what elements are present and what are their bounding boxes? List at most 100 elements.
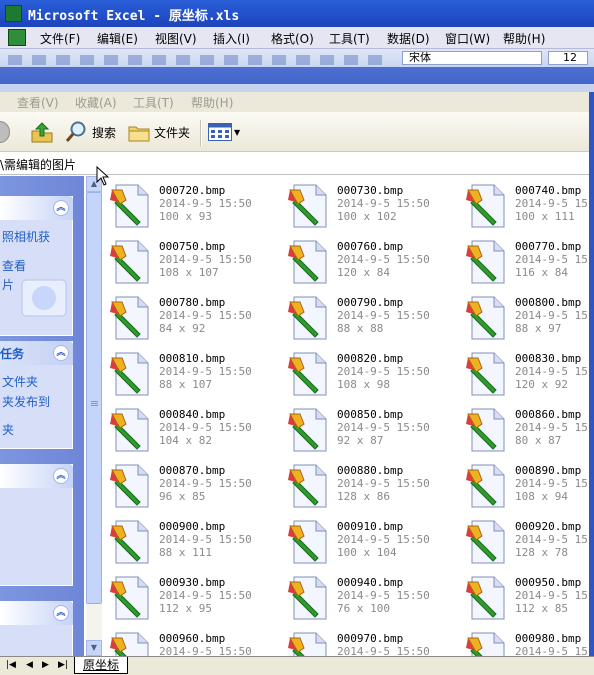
explorer-title-divider (0, 84, 594, 92)
file-item[interactable]: 000820.bmp 2014-9-5 15:50 108 x 98 (282, 344, 460, 400)
search-button[interactable]: 搜索 (64, 120, 116, 144)
explorer-menu-tools[interactable]: 工具(T) (133, 94, 174, 111)
task-link-publish[interactable]: 夹发布到 (2, 393, 50, 410)
excel-menu-help[interactable]: 帮助(H) (503, 30, 545, 47)
file-item[interactable]: 000740.bmp2014-9-5 15:50100 x 111 (460, 176, 594, 232)
file-dimensions: 128 x 78 (515, 546, 568, 559)
file-item[interactable]: 000810.bmp 2014-9-5 15:50 88 x 107 (104, 344, 282, 400)
collapse-chevron-icon[interactable]: ︽ (53, 468, 69, 484)
paint-bitmap-icon (106, 630, 154, 656)
excel-menu-window[interactable]: 窗口(W) (445, 30, 490, 47)
file-item[interactable]: 000980.bmp2014-9-5 15:50 (460, 624, 594, 656)
picture-tasks-header[interactable]: ︽ (0, 196, 73, 220)
collapse-chevron-icon[interactable]: ︽ (53, 605, 69, 621)
mouse-pointer-icon (96, 166, 110, 186)
file-item[interactable]: 000960.bmp 2014-9-5 15:50 (104, 624, 282, 656)
file-name: 000890.bmp (515, 464, 582, 477)
paint-bitmap-icon (106, 574, 154, 622)
file-name: 000870.bmp (159, 464, 226, 477)
file-item[interactable]: 000840.bmp 2014-9-5 15:50 104 x 82 (104, 400, 282, 456)
scroll-down-arrow[interactable]: ▼ (86, 640, 102, 656)
file-item[interactable]: 000870.bmp 2014-9-5 15:50 96 x 85 (104, 456, 282, 512)
file-item[interactable]: 000920.bmp2014-9-5 15:50128 x 78 (460, 512, 594, 568)
paint-bitmap-icon (106, 294, 154, 342)
font-size-box[interactable]: 12 (548, 51, 588, 65)
excel-document-icon[interactable] (8, 29, 26, 46)
task-link-share[interactable]: 夹 (2, 421, 14, 438)
task-link-view[interactable]: 查看 (2, 257, 26, 274)
last-sheet-button[interactable]: ▶| (58, 660, 68, 670)
folder-up-icon[interactable] (30, 121, 54, 143)
file-tasks-header[interactable]: 任务 ︽ (0, 341, 73, 365)
next-sheet-button[interactable]: ▶ (42, 660, 49, 670)
explorer-menu-help[interactable]: 帮助(H) (191, 94, 233, 111)
file-item[interactable]: 000970.bmp 2014-9-5 15:50 (282, 624, 460, 656)
explorer-toolbar: 搜索 文件夹 ▼ (0, 112, 594, 152)
file-name: 000960.bmp (159, 632, 226, 645)
excel-menu-format[interactable]: 格式(O) (271, 30, 314, 47)
collapse-chevron-icon[interactable]: ︽ (53, 345, 69, 361)
file-item[interactable]: 000720.bmp 2014-9-5 15:50 100 x 93 (104, 176, 282, 232)
file-item[interactable]: 000780.bmp 2014-9-5 15:50 84 x 92 (104, 288, 282, 344)
vertical-scrollbar[interactable]: ▲ ▼ (86, 176, 102, 656)
task-link-pictures[interactable]: 片 (2, 276, 14, 293)
file-item[interactable]: 000890.bmp2014-9-5 15:50108 x 94 (460, 456, 594, 512)
address-path: \需编辑的图片 (0, 158, 77, 172)
file-list: 000720.bmp 2014-9-5 15:50 100 x 93 000730.b… (104, 176, 594, 656)
first-sheet-button[interactable]: |◀ (6, 660, 16, 670)
file-item[interactable]: 000880.bmp 2014-9-5 15:50 128 x 86 (282, 456, 460, 512)
scroll-thumb[interactable] (86, 192, 102, 604)
forward-button[interactable] (0, 121, 10, 143)
excel-menu-tools[interactable]: 工具(T) (329, 30, 370, 47)
details-header[interactable]: ︽ (0, 601, 73, 625)
paint-bitmap-icon (284, 182, 332, 230)
chevron-down-icon[interactable]: ▼ (234, 128, 240, 137)
address-bar[interactable]: \需编辑的图片 (0, 153, 594, 175)
file-item[interactable]: 000790.bmp 2014-9-5 15:50 88 x 88 (282, 288, 460, 344)
file-item[interactable]: 000770.bmp2014-9-5 15:50116 x 84 (460, 232, 594, 288)
paint-bitmap-icon (106, 406, 154, 454)
file-name: 000930.bmp (159, 576, 226, 589)
excel-title-bar[interactable]: Microsoft Excel - 原坐标.xls (0, 0, 594, 27)
file-date: 2014-9-5 15:50 (159, 365, 252, 378)
file-item[interactable]: 000830.bmp2014-9-5 15:50120 x 92 (460, 344, 594, 400)
file-item[interactable]: 000730.bmp 2014-9-5 15:50 100 x 102 (282, 176, 460, 232)
file-item[interactable]: 000800.bmp2014-9-5 15:5088 x 97 (460, 288, 594, 344)
views-button[interactable]: ▼ (208, 120, 240, 144)
excel-menu-edit[interactable]: 编辑(E) (97, 30, 138, 47)
other-places-header[interactable]: ︽ (0, 464, 73, 488)
font-name-box[interactable]: 宋体 (402, 51, 542, 65)
file-item[interactable]: 000930.bmp 2014-9-5 15:50 112 x 95 (104, 568, 282, 624)
file-item[interactable]: 000910.bmp 2014-9-5 15:50 100 x 104 (282, 512, 460, 568)
file-dimensions: 84 x 92 (159, 322, 206, 335)
file-dimensions: 108 x 98 (337, 378, 390, 391)
paint-bitmap-icon (106, 238, 154, 286)
explorer-menu-favorites[interactable]: 收藏(A) (75, 94, 117, 111)
excel-menu-insert[interactable]: 插入(I) (213, 30, 250, 47)
file-dimensions: 100 x 102 (337, 210, 397, 223)
file-item[interactable]: 000860.bmp2014-9-5 15:5080 x 87 (460, 400, 594, 456)
file-tasks-title: 任务 (0, 347, 25, 361)
excel-menu-data[interactable]: 数据(D) (387, 30, 430, 47)
file-item[interactable]: 000760.bmp 2014-9-5 15:50 120 x 84 (282, 232, 460, 288)
file-item[interactable]: 000750.bmp 2014-9-5 15:50 108 x 107 (104, 232, 282, 288)
file-dimensions: 92 x 87 (337, 434, 384, 447)
file-item[interactable]: 000900.bmp 2014-9-5 15:50 88 x 111 (104, 512, 282, 568)
excel-toolbar-buttons[interactable] (8, 55, 388, 65)
task-link-camera[interactable]: 照相机获 (2, 228, 50, 245)
explorer-menu-view[interactable]: 查看(V) (17, 94, 59, 111)
paint-bitmap-icon (284, 406, 332, 454)
file-dimensions: 96 x 85 (159, 490, 206, 503)
collapse-chevron-icon[interactable]: ︽ (53, 200, 69, 216)
excel-menu-view[interactable]: 视图(V) (155, 30, 197, 47)
prev-sheet-button[interactable]: ◀ (26, 660, 33, 670)
task-link-folder[interactable]: 文件夹 (2, 373, 38, 390)
excel-menu-file[interactable]: 文件(F) (40, 30, 80, 47)
sheet-tab-active[interactable]: 原坐标 (74, 657, 129, 674)
file-dimensions: 80 x 87 (515, 434, 562, 447)
file-item[interactable]: 000850.bmp 2014-9-5 15:50 92 x 87 (282, 400, 460, 456)
file-item[interactable]: 000940.bmp 2014-9-5 15:50 76 x 100 (282, 568, 460, 624)
folders-button[interactable]: 文件夹 (128, 120, 190, 144)
file-name: 000730.bmp (337, 184, 404, 197)
file-item[interactable]: 000950.bmp2014-9-5 15:50112 x 85 (460, 568, 594, 624)
